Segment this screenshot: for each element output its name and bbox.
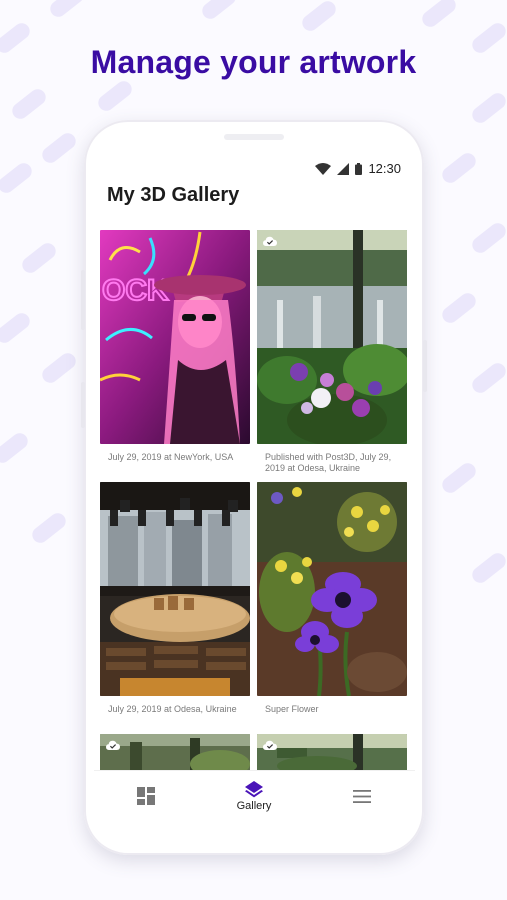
- phone-speaker: [224, 134, 284, 140]
- nav-item-gallery[interactable]: Gallery: [224, 771, 284, 820]
- cloud-done-icon: [263, 740, 277, 750]
- nav-label-gallery: Gallery: [236, 799, 272, 812]
- nav-item-menu[interactable]: [340, 771, 384, 820]
- gallery-card[interactable]: Super Flower: [257, 482, 407, 715]
- photo-thumbnail: [257, 734, 407, 774]
- gallery-card[interactable]: [100, 734, 250, 774]
- card-caption: Super Flower: [265, 704, 319, 714]
- photo-auditorium: [100, 482, 250, 696]
- bottom-navigation: Gallery: [94, 770, 415, 820]
- phone-side-button: [423, 340, 427, 392]
- gallery-card[interactable]: Published with Post3D, July 29, 2019 at …: [257, 230, 407, 474]
- photo-violets: [257, 230, 407, 444]
- photo-neon-portrait: OCK: [100, 230, 250, 444]
- gallery-card[interactable]: July 29, 2019 at Odesa, Ukraine: [100, 482, 250, 715]
- phone-side-button: [81, 382, 85, 428]
- phone-side-button: [81, 270, 85, 330]
- photo-super-flower: [257, 482, 407, 696]
- gallery-card[interactable]: OCK July 29, 2019 at NewYork, USA: [100, 230, 250, 463]
- cloud-done-icon: [106, 740, 120, 750]
- nav-item-dashboard[interactable]: [124, 771, 168, 820]
- layers-icon: [245, 780, 263, 797]
- cloud-done-icon: [263, 236, 277, 246]
- gallery-grid: OCK July 29, 2019 at NewYork, USA Publis…: [94, 156, 415, 820]
- menu-icon: [353, 789, 371, 803]
- card-caption: July 29, 2019 at NewYork, USA: [108, 452, 234, 462]
- gallery-card[interactable]: [257, 734, 407, 774]
- card-caption: Published with Post3D, July 29, 2019 at …: [265, 452, 392, 473]
- card-caption: July 29, 2019 at Odesa, Ukraine: [108, 704, 237, 714]
- photo-thumbnail: [100, 734, 250, 774]
- svg-text:OCK: OCK: [102, 274, 169, 307]
- app-screen: 12:30 My 3D Gallery OCK July 29, 2019 at…: [94, 156, 415, 820]
- dashboard-icon: [137, 787, 155, 805]
- page-headline: Manage your artwork: [90, 44, 417, 80]
